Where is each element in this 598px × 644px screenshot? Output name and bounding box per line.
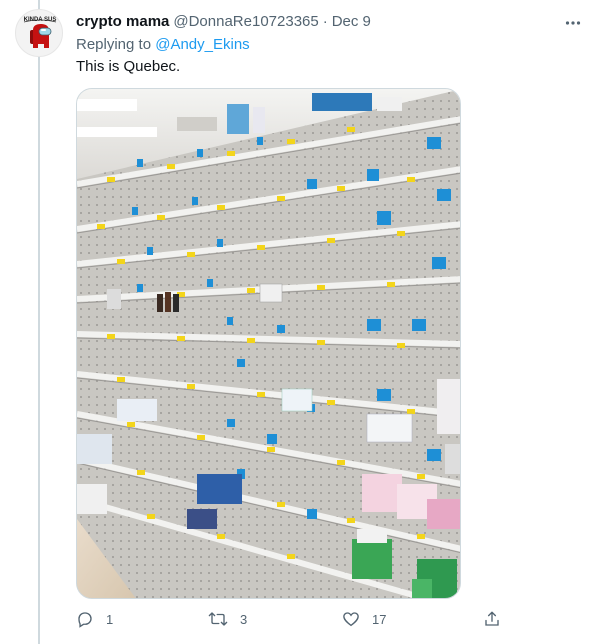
- share-button[interactable]: [483, 610, 501, 628]
- replying-to: Replying to @Andy_Ekins: [76, 36, 250, 53]
- retweet-icon: [208, 612, 228, 626]
- retweet-count: 3: [240, 611, 248, 627]
- user-handle[interactable]: @DonnaRe10723365: [173, 13, 318, 30]
- more-dots-icon: [565, 21, 581, 25]
- store-shelf-photo: [77, 89, 460, 598]
- reply-icon: [78, 612, 92, 628]
- like-button[interactable]: 17: [342, 610, 386, 628]
- tweet-header: crypto mama @DonnaRe10723365 · Dec 9: [76, 13, 371, 30]
- more-options-button[interactable]: [562, 12, 584, 34]
- retweet-button[interactable]: 3: [208, 610, 247, 628]
- among-us-avatar-icon: KINDA SUS: [24, 17, 56, 48]
- tweet-timestamp[interactable]: Dec 9: [332, 13, 371, 30]
- like-count: 17: [372, 611, 387, 627]
- replying-to-link[interactable]: @Andy_Ekins: [155, 36, 249, 53]
- heart-icon: [343, 612, 359, 627]
- replying-prefix: Replying to: [76, 36, 156, 53]
- thread-line: [38, 0, 40, 644]
- tweet-text: This is Quebec.: [76, 58, 181, 75]
- reply-count: 1: [106, 611, 114, 627]
- header-separator: ·: [322, 13, 328, 30]
- reply-button[interactable]: 1: [76, 610, 113, 628]
- tweet-actions: 1 3 17: [76, 610, 506, 636]
- avatar[interactable]: KINDA SUS: [15, 9, 63, 57]
- tweet-media-photo[interactable]: [76, 88, 461, 599]
- share-icon: [485, 611, 499, 626]
- display-name[interactable]: crypto mama: [76, 13, 169, 30]
